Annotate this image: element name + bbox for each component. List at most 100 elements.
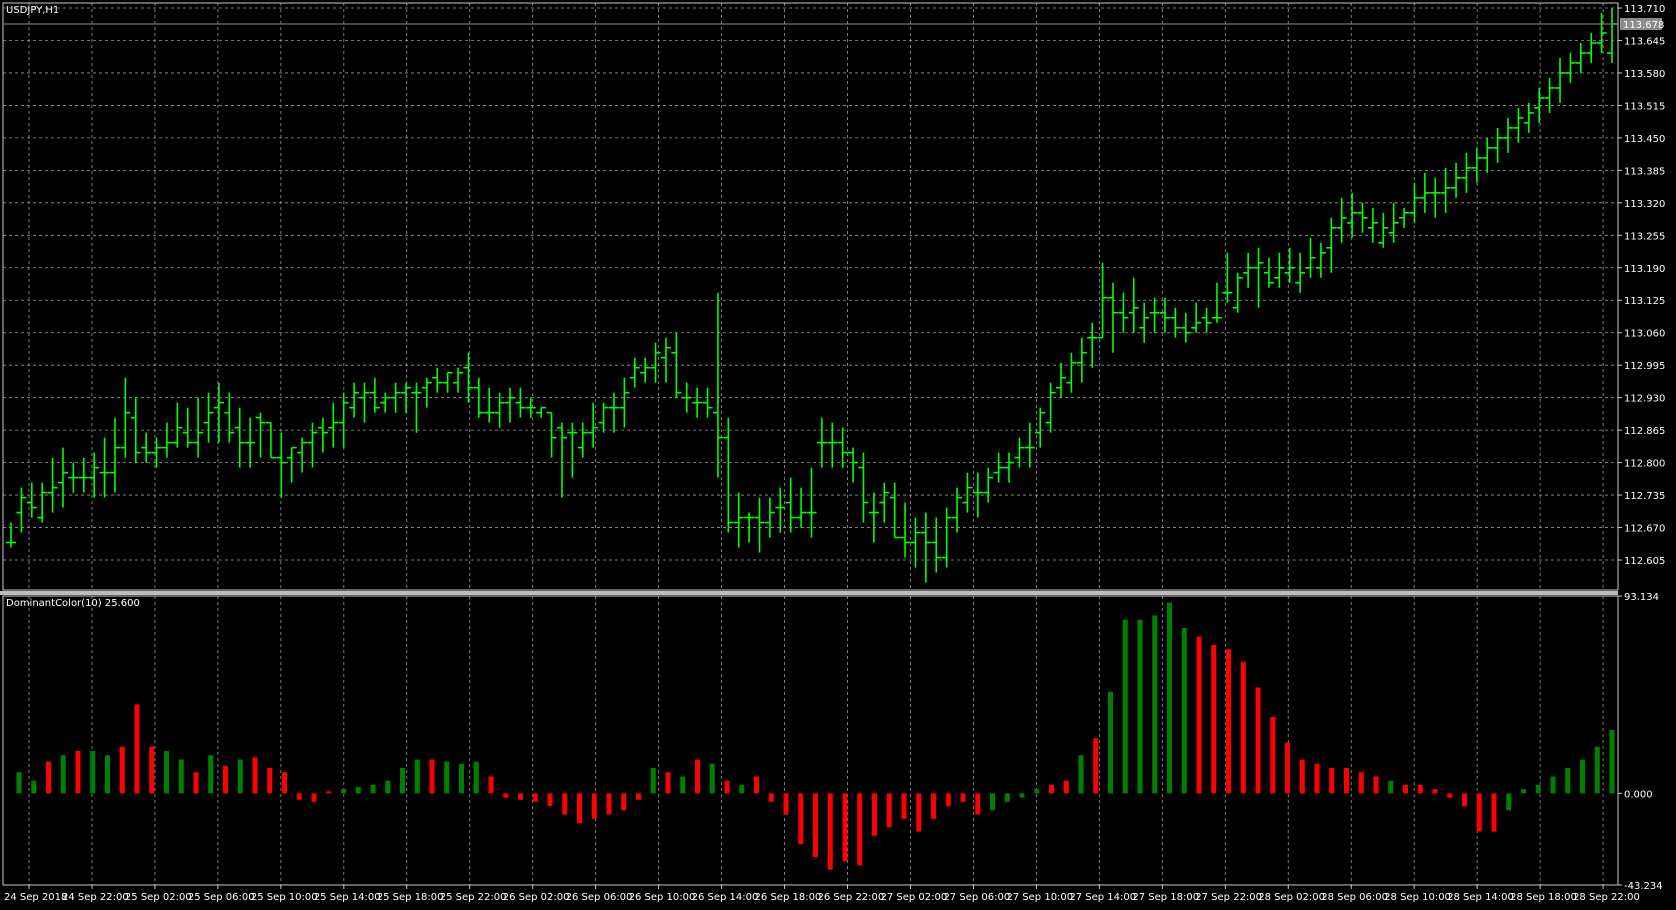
indicator-bar (1506, 793, 1512, 811)
indicator-tick-label: -43.234 (1624, 881, 1663, 892)
time-tick-label: 25 Sep 18:00 (377, 892, 444, 903)
time-tick-label: 28 Sep 14:00 (1447, 892, 1514, 903)
indicator-bar (724, 780, 730, 794)
indicator-bar (1049, 784, 1054, 794)
ohlc-bar (879, 482, 890, 523)
ohlc-bar (26, 482, 37, 518)
price-tick-label: 113.450 (1624, 134, 1665, 145)
indicator-bar (562, 793, 568, 815)
ohlc-bar (827, 422, 838, 468)
ohlc-bar (1295, 252, 1306, 293)
indicator-bar (385, 780, 391, 794)
ohlc-bar (1409, 182, 1420, 223)
ohlc-bar (1191, 302, 1202, 333)
ohlc-bar (1367, 207, 1378, 243)
indicator-bar (1373, 776, 1379, 794)
ohlc-bar (1461, 152, 1472, 193)
ohlc-bar (858, 452, 869, 523)
ohlc-bar (1107, 282, 1118, 353)
indicator-bar (1019, 793, 1025, 798)
ohlc-bar (1336, 197, 1347, 243)
ohlc-bar (816, 417, 827, 468)
ohlc-bar (57, 447, 68, 508)
ohlc-bar (380, 392, 391, 413)
time-tick-label: 27 Sep 22:00 (1195, 892, 1262, 903)
indicator-bar (636, 793, 641, 800)
time-tick-label: 25 Sep 06:00 (188, 892, 255, 903)
ohlc-bar (1004, 452, 1015, 483)
ohlc-bar (369, 377, 380, 413)
indicator-bar (1314, 763, 1320, 794)
ohlc-bar (754, 497, 765, 553)
pane-separator (0, 591, 1618, 595)
ohlc-bar (317, 417, 328, 453)
price-tick-label: 113.645 (1624, 36, 1665, 47)
ohlc-bar (1347, 192, 1358, 238)
ohlc-bar (1118, 292, 1129, 333)
ohlc-bar (515, 387, 526, 418)
time-tick-label: 27 Sep 02:00 (880, 892, 947, 903)
price-tick-label: 113.580 (1624, 69, 1665, 80)
indicator-bar (311, 793, 317, 802)
indicator-bar (621, 793, 627, 811)
indicator-bar (1329, 767, 1335, 794)
indicator-bar (1226, 649, 1231, 794)
ohlc-bar (1128, 277, 1139, 333)
ohlc-bar (577, 422, 588, 458)
indicator-bar (267, 767, 273, 794)
ohlc-bar (6, 522, 16, 548)
indicator-bar (1462, 793, 1467, 807)
indicator-bar (577, 793, 582, 824)
ohlc-bar (962, 472, 973, 513)
price-tick-label: 113.255 (1624, 231, 1665, 242)
ohlc-bar (151, 437, 162, 468)
ohlc-bar (650, 342, 661, 383)
indicator-bar (768, 793, 774, 802)
ohlc-bar (1326, 217, 1337, 273)
indicator-bar (842, 793, 848, 862)
indicator-bar (1255, 687, 1261, 794)
indicator-bar (990, 793, 995, 811)
indicator-bar (252, 757, 258, 794)
ohlc-bar (806, 467, 817, 538)
ohlc-bar (276, 432, 287, 498)
indicator-bar (473, 761, 479, 794)
ohlc-bar (848, 447, 859, 483)
ohlc-bar (1544, 77, 1555, 113)
indicator-bar (119, 746, 125, 794)
ohlc-bar (1440, 167, 1451, 213)
indicator-bar (547, 793, 553, 807)
time-tick-label: 27 Sep 10:00 (1006, 892, 1073, 903)
symbol-title: USDJPY,H1 (6, 5, 59, 16)
grid-lines (3, 3, 1618, 885)
indicator-bar (488, 776, 494, 794)
ohlc-bar (1357, 202, 1368, 233)
price-tick-label: 112.800 (1624, 459, 1665, 470)
ohlc-bar (598, 402, 609, 433)
indicator-bar (326, 791, 332, 794)
ohlc-bar (286, 446, 297, 483)
price-tick-label: 113.060 (1624, 329, 1665, 340)
ohlc-bar (47, 457, 58, 513)
indicator-bar (1285, 742, 1290, 794)
ohlc-bar (1139, 302, 1150, 343)
ohlc-bar (68, 462, 79, 493)
price-tick-label: 112.930 (1624, 394, 1665, 405)
indicator-bar (901, 793, 907, 819)
time-tick-label: 28 Sep 06:00 (1321, 892, 1388, 903)
indicator-bar (90, 750, 96, 794)
ohlc-bar (868, 492, 879, 543)
ohlc-bar (546, 411, 557, 458)
ohlc-bar (265, 421, 276, 459)
indicator-bar (783, 793, 789, 815)
indicator-bar (931, 793, 936, 819)
chart-canvas[interactable]: 113.710 113.645 113.580 113.515 113.450 113.3… (0, 0, 1676, 910)
ohlc-bar (203, 392, 214, 443)
indicator-bar (341, 789, 346, 794)
ohlc-bar (671, 332, 682, 398)
indicator-bar (414, 759, 420, 794)
ohlc-bar (1056, 362, 1067, 398)
ohlc-bar (1388, 202, 1399, 243)
ohlc-bar (1575, 42, 1586, 73)
ohlc-bar (889, 482, 900, 539)
